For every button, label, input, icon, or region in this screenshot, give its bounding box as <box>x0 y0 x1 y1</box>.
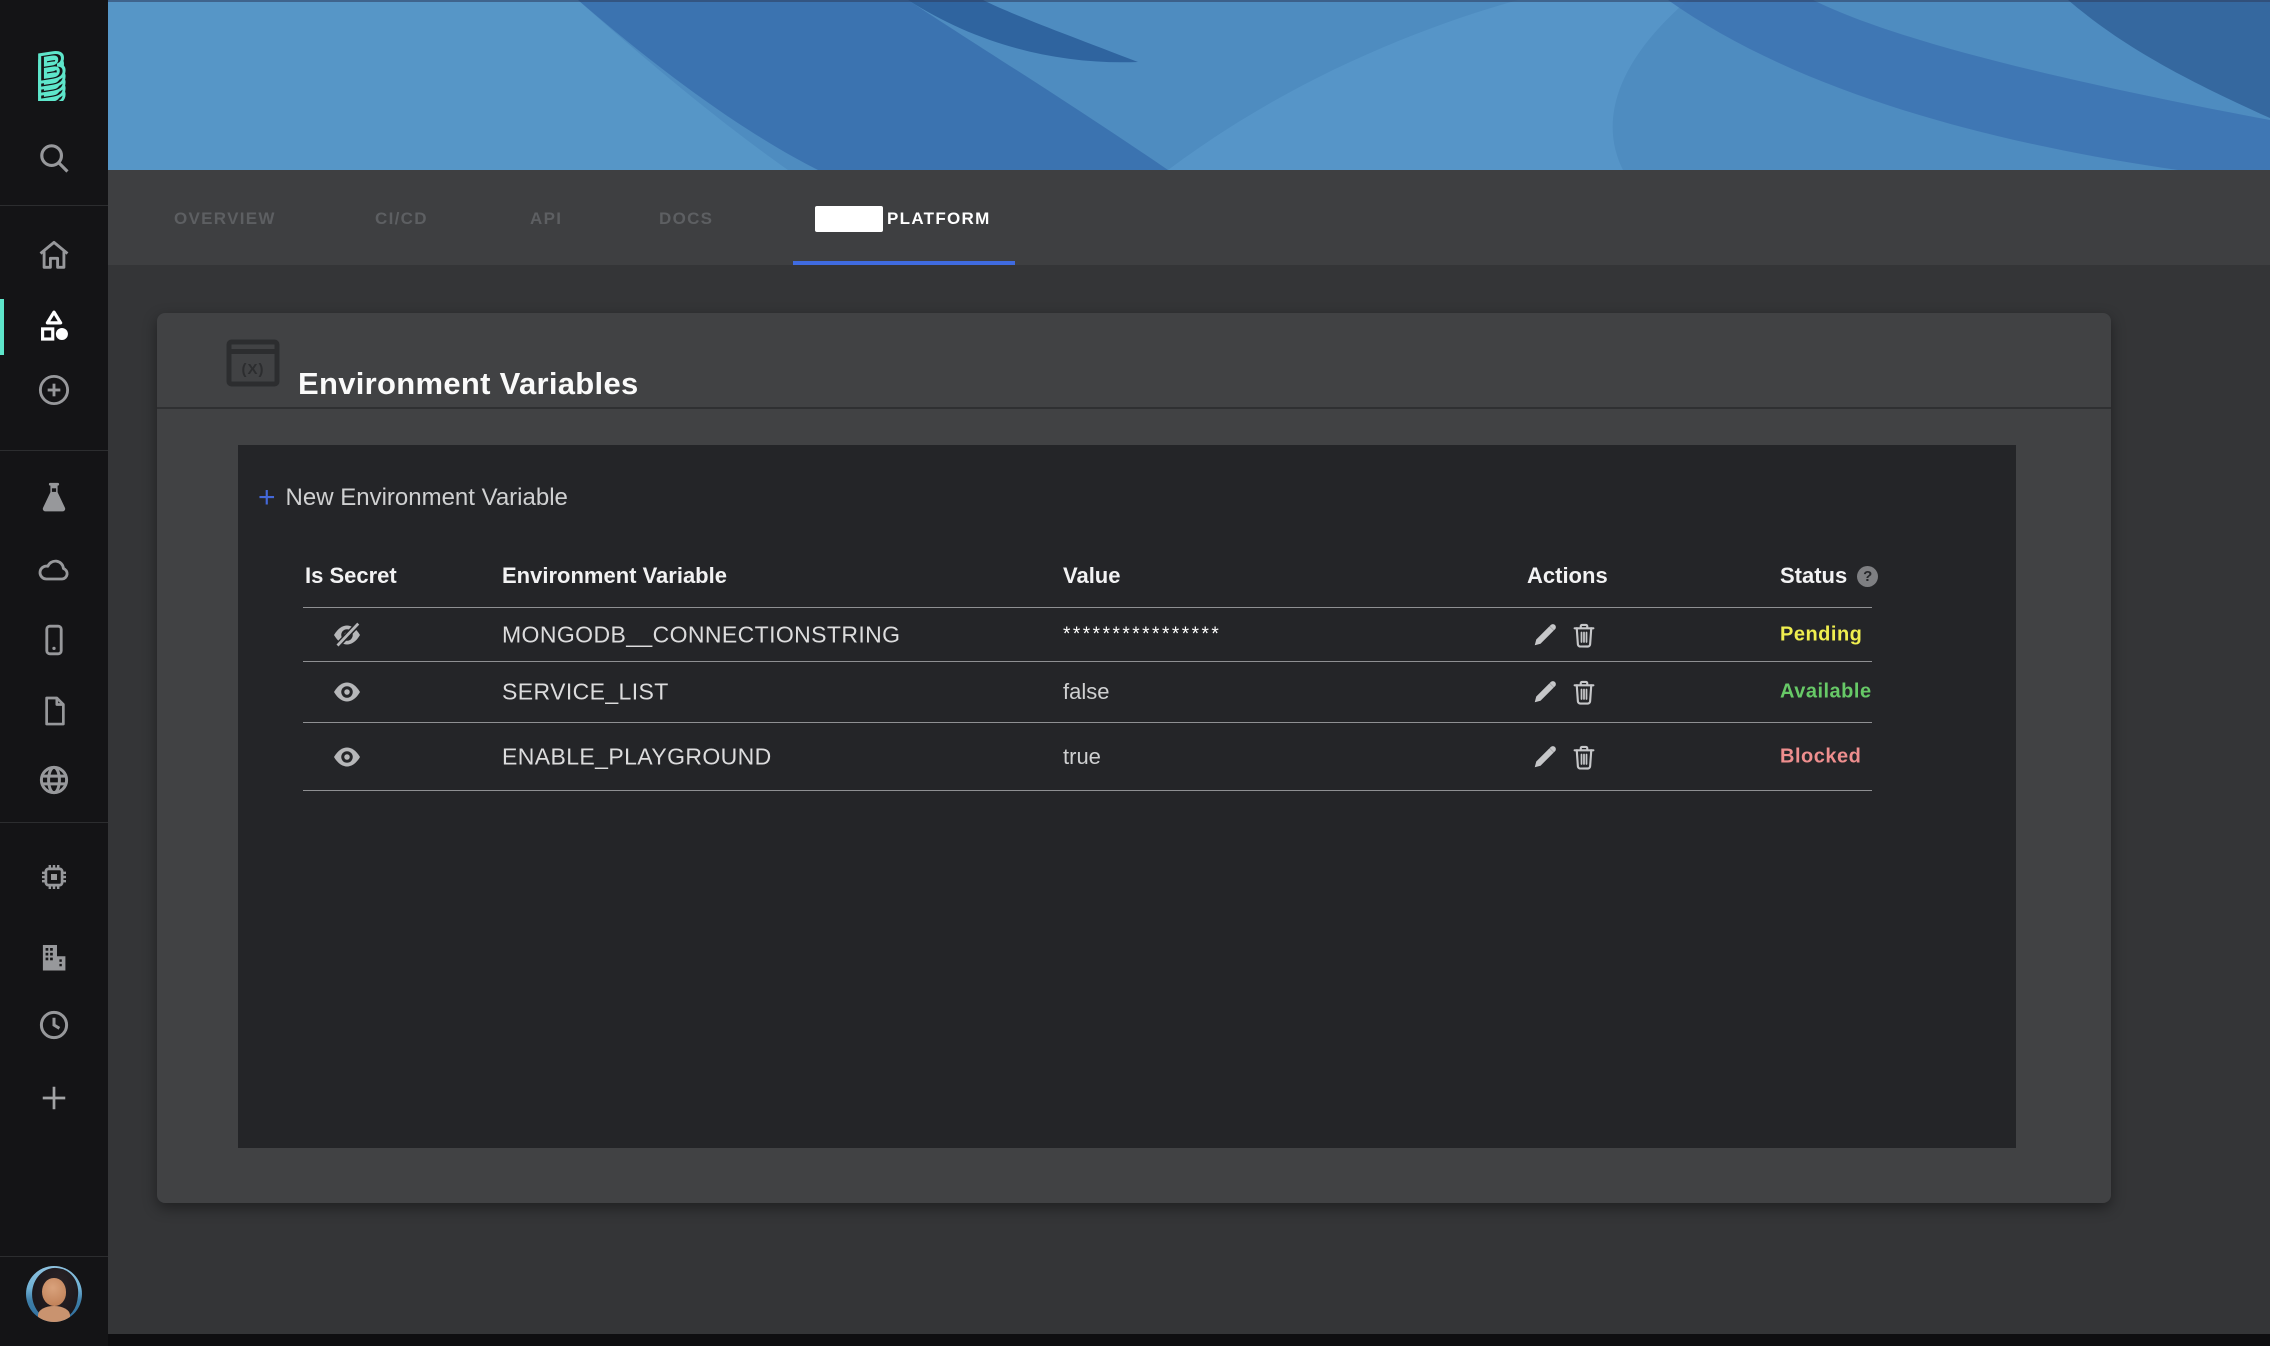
sidebar-item-search[interactable] <box>0 128 108 188</box>
column-header-variable: Environment Variable <box>502 561 727 591</box>
active-tab-indicator <box>793 261 1015 265</box>
sidebar-item-new[interactable] <box>0 1068 108 1128</box>
sidebar-logo[interactable]: B B B B B <box>0 36 108 100</box>
globe-icon <box>36 762 72 798</box>
hero-banner <box>108 0 2270 170</box>
sidebar-item-cloud[interactable] <box>0 540 108 600</box>
document-icon <box>37 693 71 729</box>
sidebar-item-web[interactable] <box>0 750 108 810</box>
card-header: (X) Environment Variables <box>157 313 2111 407</box>
table-row: MONGODB__CONNECTIONSTRING **************… <box>303 608 1872 662</box>
eye-icon <box>327 677 367 707</box>
env-variables-panel: + New Environment Variable Is Secret Env… <box>238 445 2016 1148</box>
trash-icon <box>1569 620 1599 650</box>
tab-cicd[interactable]: CI/CD <box>375 206 428 232</box>
cloud-icon <box>34 552 74 588</box>
delete-button[interactable] <box>1569 677 1599 707</box>
status-badge: Blocked <box>1780 745 1861 768</box>
sidebar-divider <box>0 205 108 206</box>
edit-button[interactable] <box>1530 742 1560 772</box>
variable-value: **************** <box>1063 624 1221 646</box>
avatar-body <box>38 1306 70 1322</box>
tab-logo-box <box>815 206 883 232</box>
sidebar: B B B B B <box>0 0 108 1346</box>
sidebar-divider <box>0 1256 108 1257</box>
sidebar-divider <box>0 822 108 823</box>
clock-icon <box>36 1007 72 1043</box>
page-title: Environment Variables <box>298 358 639 410</box>
plus-icon: + <box>258 483 276 513</box>
sidebar-item-document[interactable] <box>0 681 108 741</box>
sidebar-divider <box>0 450 108 451</box>
table-row: SERVICE_LIST false Available <box>303 662 1872 723</box>
building-icon <box>36 939 72 975</box>
tab-bar: OVERVIEW CI/CD API DOCS PLATFORM <box>108 170 2270 265</box>
edit-button[interactable] <box>1530 677 1560 707</box>
card-header-divider <box>157 407 2111 409</box>
delete-button[interactable] <box>1569 620 1599 650</box>
variable-name: ENABLE_PLAYGROUND <box>502 743 772 770</box>
tab-api[interactable]: API <box>530 206 562 232</box>
svg-text:(X): (X) <box>242 361 265 378</box>
secret-toggle[interactable] <box>327 742 367 772</box>
table-row: ENABLE_PLAYGROUND true Blocked <box>303 723 1872 791</box>
column-header-actions: Actions <box>1527 561 1608 591</box>
secret-toggle[interactable] <box>327 677 367 707</box>
avatar-face <box>42 1278 66 1306</box>
status-badge: Available <box>1780 681 1872 704</box>
mobile-icon <box>36 621 72 659</box>
stacked-b-logo-icon: B B B B B <box>23 35 85 101</box>
flask-icon <box>36 479 72 515</box>
pencil-icon <box>1530 742 1560 772</box>
column-header-is-secret: Is Secret <box>305 561 397 591</box>
sidebar-item-services[interactable] <box>0 297 108 357</box>
column-header-value: Value <box>1063 561 1120 591</box>
eye-icon <box>327 742 367 772</box>
sidebar-item-experiments[interactable] <box>0 467 108 527</box>
plus-icon <box>36 1080 72 1116</box>
bottom-bar <box>0 1334 2270 1346</box>
tab-platform[interactable]: PLATFORM <box>815 206 991 232</box>
tab-overview[interactable]: OVERVIEW <box>174 206 276 232</box>
status-header-label: Status <box>1780 561 1847 591</box>
sidebar-item-home[interactable] <box>0 225 108 285</box>
sidebar-item-organization[interactable] <box>0 927 108 987</box>
sidebar-item-mobile[interactable] <box>0 610 108 670</box>
chip-icon <box>36 859 72 895</box>
trash-icon <box>1569 742 1599 772</box>
variable-value: true <box>1063 744 1101 770</box>
tab-docs[interactable]: DOCS <box>659 206 713 232</box>
secret-toggle[interactable] <box>327 620 367 650</box>
delete-button[interactable] <box>1569 742 1599 772</box>
search-icon <box>35 139 73 177</box>
sidebar-item-compute[interactable] <box>0 847 108 907</box>
status-badge: Pending <box>1780 623 1862 646</box>
eye-off-icon <box>327 620 367 650</box>
edit-button[interactable] <box>1530 620 1560 650</box>
plus-circle-icon <box>35 371 73 409</box>
pencil-icon <box>1530 620 1560 650</box>
env-variables-table: Is Secret Environment Variable Value Act… <box>303 445 1872 1148</box>
banner-art <box>108 0 2270 170</box>
status-help-icon[interactable]: ? <box>1857 566 1878 587</box>
env-window-icon: (X) <box>226 339 280 387</box>
trash-icon <box>1569 677 1599 707</box>
sidebar-item-history[interactable] <box>0 995 108 1055</box>
shapes-icon <box>35 308 73 346</box>
variable-name: SERVICE_LIST <box>502 679 669 706</box>
sidebar-item-add[interactable] <box>0 360 108 420</box>
variable-value: false <box>1063 679 1109 705</box>
pencil-icon <box>1530 677 1560 707</box>
tab-platform-label: PLATFORM <box>887 206 991 232</box>
variable-name: MONGODB__CONNECTIONSTRING <box>502 621 900 648</box>
svg-text:B: B <box>37 42 66 91</box>
environment-variables-card: (X) Environment Variables + New Environm… <box>157 313 2111 1203</box>
column-header-status: Status ? <box>1780 561 1878 591</box>
home-icon <box>36 237 72 273</box>
user-avatar[interactable] <box>26 1266 82 1322</box>
